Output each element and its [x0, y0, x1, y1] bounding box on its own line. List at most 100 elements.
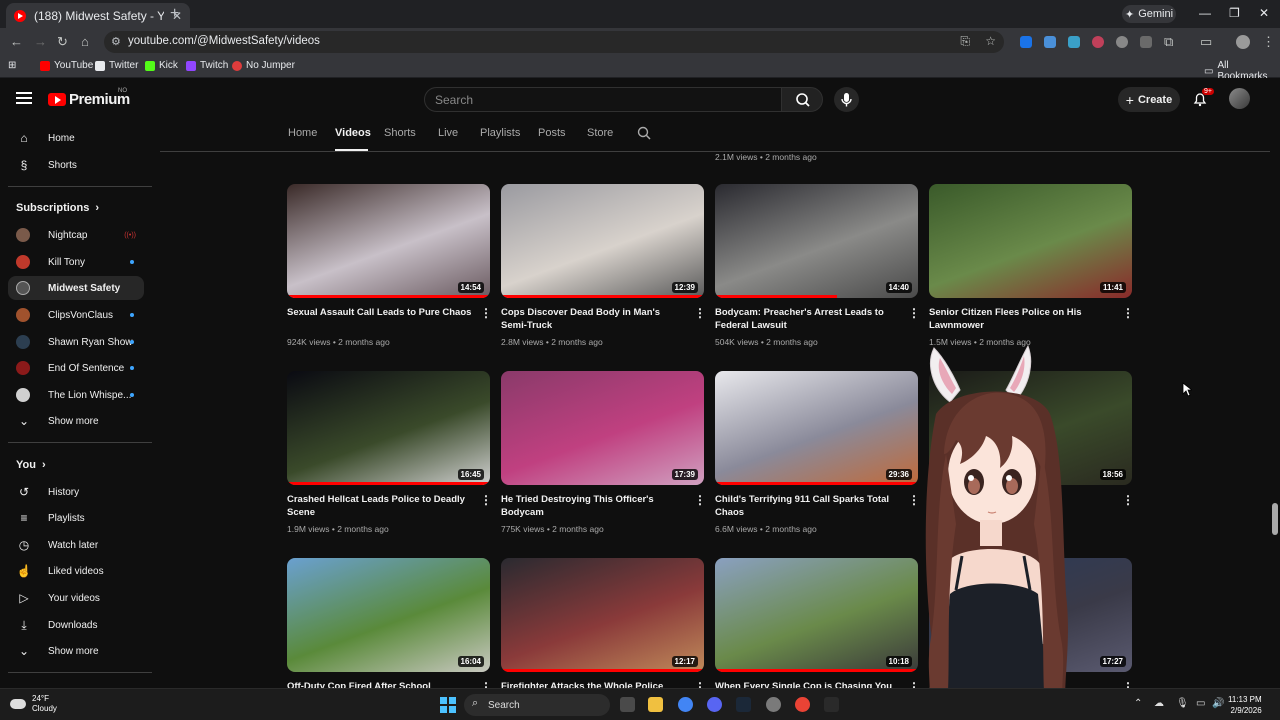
minimize-icon[interactable]: —: [1199, 6, 1211, 20]
volume-icon[interactable]: 🔊: [1212, 698, 1224, 709]
sidebar-item-liked-videos[interactable]: ☝ Liked videos: [8, 559, 144, 583]
site-info-icon[interactable]: ⚙: [111, 35, 121, 48]
extension-icon[interactable]: [1020, 36, 1032, 48]
video-menu-icon[interactable]: ⋮: [908, 306, 920, 320]
tray-overflow-icon[interactable]: ⌃: [1134, 698, 1142, 709]
extension-icon[interactable]: [1092, 36, 1104, 48]
apps-grid-icon[interactable]: ⊞: [8, 60, 16, 71]
video-menu-icon[interactable]: ⋮: [1122, 306, 1134, 320]
tab-shorts[interactable]: Shorts: [384, 127, 416, 139]
video-menu-icon[interactable]: ⋮: [1122, 680, 1134, 688]
video-menu-icon[interactable]: ⋮: [480, 680, 492, 688]
address-bar[interactable]: ⚙ youtube.com/@MidwestSafety/videos ⎘ ☆: [104, 31, 1004, 53]
video-thumbnail[interactable]: 12:39: [501, 184, 704, 298]
sidebar-item-history[interactable]: ↺ History: [8, 480, 144, 504]
video-menu-icon[interactable]: ⋮: [1122, 493, 1134, 507]
video-title[interactable]: Sexual Assault Call Leads to Pure Chaos: [287, 306, 473, 319]
video-title[interactable]: He Tried Destroying This Officer's Bodyc…: [501, 493, 687, 519]
search-input[interactable]: Search: [424, 87, 782, 112]
show-more-you[interactable]: ⌄ Show more: [8, 639, 144, 663]
sidebar-item-your-videos[interactable]: ▷ Your videos: [8, 586, 144, 610]
video-title[interactable]: Senior Citizen Flees Police on His Lawnm…: [929, 306, 1115, 332]
sidebar-item-midwest-safety[interactable]: Midwest Safety: [8, 276, 144, 300]
video-title[interactable]: Crashed Hellcat Leads Police to Deadly S…: [287, 493, 473, 519]
youtube-premium-logo[interactable]: Premium NO: [48, 88, 130, 108]
restore-icon[interactable]: ❐: [1229, 6, 1240, 20]
sidebar-item-home[interactable]: ⌂ Home: [8, 126, 144, 150]
weather-widget[interactable]: 24°F Cloudy: [10, 694, 57, 714]
install-app-icon[interactable]: ⎘: [960, 34, 970, 49]
display-icon[interactable]: ▭: [1196, 698, 1205, 709]
video-thumbnail[interactable]: 10:18: [715, 558, 918, 672]
show-more-subscriptions[interactable]: ⌄ Show more: [8, 409, 144, 433]
video-title[interactable]: When Every Single Cop is Chasing You: [715, 680, 901, 688]
discord-icon[interactable]: [707, 697, 722, 712]
scrollbar-thumb[interactable]: [1272, 503, 1278, 535]
tab-videos[interactable]: Videos: [335, 127, 371, 139]
home-page-icon[interactable]: ⌂: [81, 34, 89, 49]
video-title[interactable]: Bodycam: Preacher's Arrest Leads to Fede…: [715, 306, 901, 332]
windows-start-icon[interactable]: [440, 697, 456, 713]
bookmark-no-jumper[interactable]: No Jumper: [232, 60, 295, 71]
video-menu-icon[interactable]: ⋮: [480, 306, 492, 320]
video-title[interactable]: Cops Discover Dead Body in Man's Semi-Tr…: [501, 306, 687, 332]
sidebar-item-shorts[interactable]: § Shorts: [8, 153, 144, 177]
tab-playlists[interactable]: Playlists: [480, 127, 520, 139]
subscriptions-heading[interactable]: Subscriptions ›: [16, 202, 99, 214]
system-clock[interactable]: 11:13 PM 2/9/2026: [1228, 694, 1262, 716]
video-thumbnail[interactable]: 17:39: [501, 371, 704, 485]
you-heading[interactable]: You ›: [16, 459, 46, 471]
sidebar-item-kill-tony[interactable]: Kill Tony: [8, 250, 144, 274]
window-close-icon[interactable]: ✕: [1259, 6, 1269, 20]
gemini-button[interactable]: ✦ Gemini: [1122, 5, 1176, 23]
bookmark-twitter[interactable]: Twitter: [95, 60, 138, 71]
sidebar-item-clipsvonclaus[interactable]: ClipsVonClaus: [8, 303, 144, 327]
sidebar-item-playlists[interactable]: ≡ Playlists: [8, 506, 144, 530]
channel-search-icon[interactable]: [637, 126, 652, 141]
forward-icon[interactable]: →: [34, 34, 47, 49]
reload-icon[interactable]: ↻: [57, 34, 68, 50]
video-title[interactable]: Off-Duty Cop Fired After School Shooting: [287, 680, 473, 688]
microphone-tray-icon[interactable]: 🎙: [1176, 698, 1189, 709]
video-title[interactable]: Child's Terrifying 911 Call Sparks Total…: [715, 493, 901, 519]
task-view-icon[interactable]: [620, 697, 635, 712]
extension-icon[interactable]: [1068, 36, 1080, 48]
chrome-icon[interactable]: [678, 697, 693, 712]
video-menu-icon[interactable]: ⋮: [480, 493, 492, 507]
network-icon[interactable]: ☁: [1154, 698, 1164, 709]
steam-icon[interactable]: [736, 697, 751, 712]
extension-icon[interactable]: [1044, 36, 1056, 48]
sidebar-item-watch-later[interactable]: ◷ Watch later: [8, 533, 144, 557]
sidebar-item-shawn-ryan-show[interactable]: Shawn Ryan Show: [8, 330, 144, 354]
video-menu-icon[interactable]: ⋮: [694, 680, 706, 688]
video-menu-icon[interactable]: ⋮: [694, 306, 706, 320]
extension-icon[interactable]: [1116, 36, 1128, 48]
tab-home[interactable]: Home: [288, 127, 317, 139]
video-thumbnail[interactable]: 11:41: [929, 184, 1132, 298]
sidebar-item-nightcap[interactable]: Nightcap ((•)): [8, 223, 144, 247]
bookmark-youtube[interactable]: YouTube: [40, 60, 93, 71]
tab-store[interactable]: Store: [587, 127, 613, 139]
bookmark-kick[interactable]: Kick: [145, 60, 178, 71]
profile-avatar[interactable]: [1236, 35, 1250, 49]
account-avatar[interactable]: [1229, 88, 1250, 109]
video-thumbnail[interactable]: 16:04: [287, 558, 490, 672]
new-tab-icon[interactable]: +: [170, 5, 179, 23]
back-icon[interactable]: ←: [10, 34, 23, 49]
sidebar-item-lion-whisperer[interactable]: The Lion Whispe...: [8, 383, 144, 407]
bookmark-star-icon[interactable]: ☆: [985, 34, 996, 48]
sidebar-item-downloads[interactable]: ⤓ Downloads: [8, 613, 144, 637]
chrome-alt-icon[interactable]: [795, 697, 810, 712]
voice-search-button[interactable]: [834, 87, 859, 112]
create-button[interactable]: + Create: [1118, 87, 1180, 112]
video-menu-icon[interactable]: ⋮: [694, 493, 706, 507]
tab-live[interactable]: Live: [438, 127, 458, 139]
app-icon[interactable]: [824, 697, 839, 712]
taskbar-search[interactable]: ⌕ Search: [464, 694, 610, 716]
browser-menu-icon[interactable]: ⋮: [1262, 34, 1275, 50]
extensions-puzzle-icon[interactable]: ⧉: [1164, 34, 1173, 50]
file-explorer-icon[interactable]: [648, 697, 663, 712]
tab-posts[interactable]: Posts: [538, 127, 566, 139]
side-panel-icon[interactable]: ▭: [1200, 34, 1212, 50]
browser-tab[interactable]: (188) Midwest Safety - YouTube ✕: [6, 3, 190, 28]
